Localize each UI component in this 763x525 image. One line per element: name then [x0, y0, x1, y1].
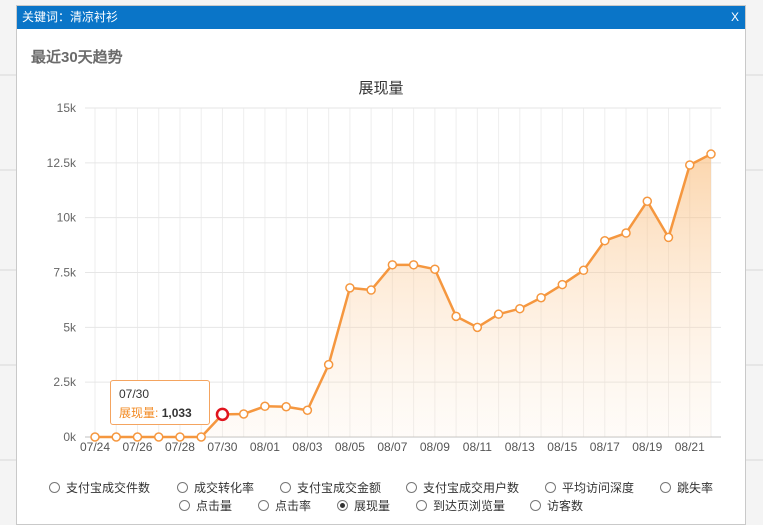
- metric-option-label: 展现量: [354, 499, 391, 513]
- radio-icon[interactable]: [406, 482, 417, 493]
- data-point: [578, 265, 589, 276]
- data-point: [366, 285, 376, 295]
- x-tick-label: 08/13: [505, 440, 535, 454]
- metric-option-selected[interactable]: 展现量: [337, 497, 390, 514]
- metric-option-label: 平均访问深度: [562, 481, 635, 495]
- x-tick-label: 08/01: [250, 440, 280, 454]
- radio-icon[interactable]: [49, 482, 60, 493]
- radio-icon[interactable]: [660, 482, 671, 493]
- data-point: [132, 432, 143, 442]
- radio-icon[interactable]: [530, 500, 541, 511]
- radio-icon[interactable]: [545, 482, 556, 493]
- y-tick-label: 7.5k: [53, 266, 77, 280]
- y-tick-label: 2.5k: [53, 375, 77, 389]
- data-point: [451, 311, 461, 322]
- tooltip-value: 1,033: [161, 406, 192, 420]
- x-tick-label: 08/21: [675, 440, 705, 454]
- radio-icon[interactable]: [258, 500, 269, 511]
- tooltip-date: 07/30: [119, 387, 150, 401]
- metric-option[interactable]: 支付宝成交用户数: [406, 479, 519, 496]
- metric-option-label: 访客数: [547, 499, 584, 513]
- x-tick-label: 07/26: [122, 440, 152, 454]
- data-point: [472, 322, 483, 333]
- x-tick-label: 07/28: [165, 440, 195, 454]
- data-point: [111, 432, 121, 442]
- radio-icon[interactable]: [177, 482, 188, 493]
- y-tick-label: 15k: [57, 101, 77, 115]
- data-point: [281, 401, 291, 412]
- radio-icon[interactable]: [416, 500, 427, 511]
- y-tick-label: 0k: [63, 430, 77, 444]
- radio-icon[interactable]: [280, 482, 291, 493]
- data-point: [238, 409, 249, 419]
- data-point: [621, 228, 631, 238]
- metric-option-label: 跳失率: [677, 481, 714, 495]
- y-tick-label: 12.5k: [47, 156, 77, 170]
- metric-option-label: 点击率: [275, 499, 312, 513]
- metric-option[interactable]: 跳失率: [660, 479, 713, 496]
- data-point-highlight: [215, 407, 230, 422]
- x-tick-label: 08/17: [590, 440, 620, 454]
- data-point: [153, 432, 164, 442]
- data-point: [493, 309, 504, 319]
- data-point: [557, 279, 568, 290]
- metric-option-label: 到达页浏览量: [433, 499, 506, 513]
- metric-option-label: 支付宝成交件数: [66, 481, 151, 495]
- metric-option[interactable]: 成交转化率: [177, 479, 254, 496]
- x-tick-label: 08/15: [547, 440, 577, 454]
- x-tick-label: 08/03: [292, 440, 322, 454]
- metric-option[interactable]: 平均访问深度: [545, 479, 634, 496]
- data-point: [642, 196, 653, 206]
- metric-option[interactable]: 支付宝成交金额: [280, 479, 381, 496]
- radio-selected-icon[interactable]: [337, 500, 348, 511]
- metric-option[interactable]: 点击量: [179, 497, 232, 514]
- chart-title: 展现量: [358, 80, 403, 97]
- x-tick-label: 07/30: [207, 440, 237, 454]
- data-point: [323, 359, 334, 370]
- data-point: [706, 149, 716, 159]
- x-tick-label: 08/05: [335, 440, 365, 454]
- metric-option[interactable]: 到达页浏览量: [416, 497, 505, 514]
- keyword-trend-dialog: 关键词：清凉衬衫 X 最近30天趋势 0k 2.5k 5k 7.5k 10k 12.5k 1…: [16, 5, 746, 525]
- trend-chart: 0k 2.5k 5k 7.5k 10k 12.5k 15k 07/24 07/26 07/28 07…: [47, 80, 721, 454]
- x-tick-label: 07/24: [80, 440, 110, 454]
- x-tick-label: 08/11: [463, 440, 492, 454]
- data-point: [430, 264, 440, 274]
- data-point: [260, 401, 270, 412]
- x-tick-label: 08/19: [632, 440, 662, 454]
- metric-option-label: 支付宝成交金额: [297, 481, 382, 495]
- x-tick-label: 08/09: [420, 440, 450, 454]
- data-point: [600, 235, 610, 246]
- metric-option[interactable]: 支付宝成交件数: [49, 479, 150, 496]
- data-point: [663, 232, 674, 243]
- data-point: [515, 303, 525, 314]
- data-point: [90, 432, 100, 442]
- data-point: [302, 405, 313, 415]
- metric-option-label: 成交转化率: [194, 481, 255, 495]
- y-tick-label: 5k: [63, 320, 77, 334]
- metric-option[interactable]: 点击率: [258, 497, 311, 514]
- chart-tooltip: 07/30 展现量: 1,033: [110, 380, 210, 425]
- data-point: [345, 283, 355, 293]
- data-point: [196, 432, 206, 442]
- x-tick-label: 08/07: [377, 440, 407, 454]
- metric-option[interactable]: 访客数: [530, 497, 583, 514]
- tooltip-label: 展现量:: [119, 406, 159, 420]
- metric-option-label: 点击量: [196, 499, 233, 513]
- y-tick-label: 10k: [57, 211, 77, 225]
- radio-icon[interactable]: [179, 500, 190, 511]
- data-point: [408, 260, 419, 270]
- data-point: [387, 260, 398, 270]
- data-point: [536, 292, 546, 303]
- data-point: [685, 160, 695, 170]
- metric-option-label: 支付宝成交用户数: [423, 481, 520, 495]
- data-point: [175, 432, 185, 442]
